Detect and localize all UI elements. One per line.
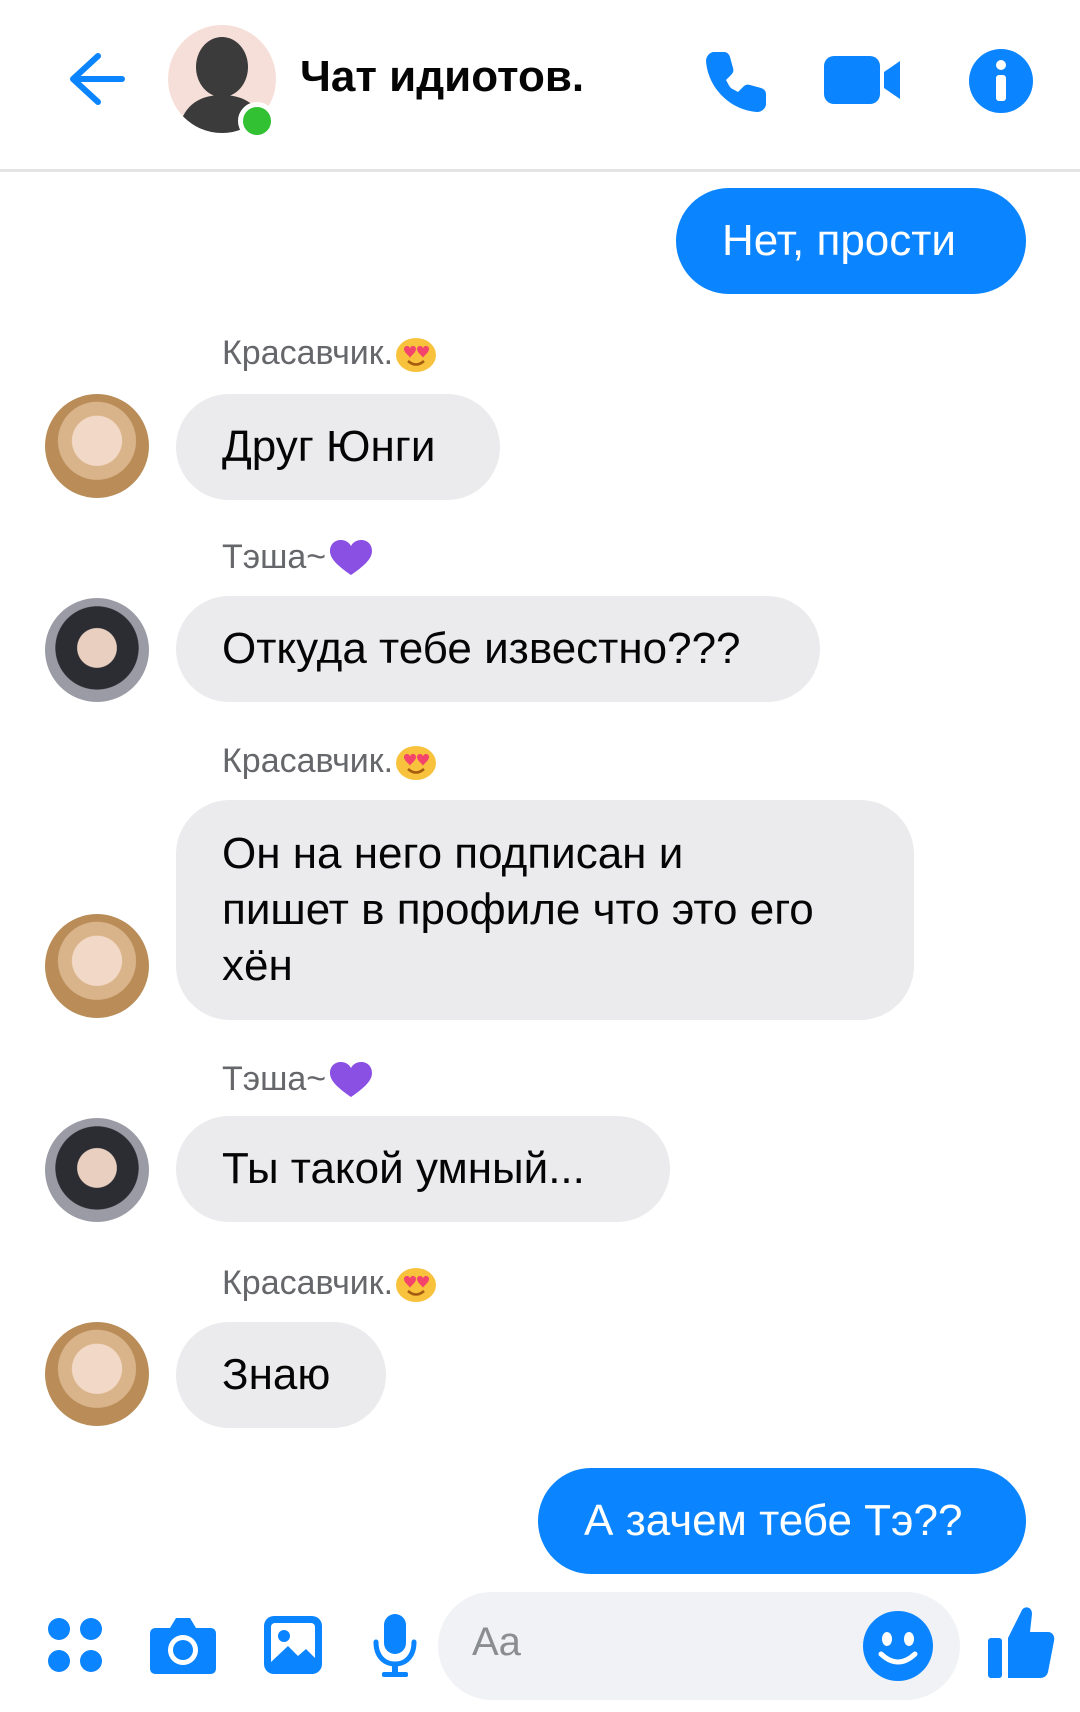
thumbs-up-icon: [988, 1607, 1055, 1678]
sender-name: Красавчик.: [222, 1264, 437, 1303]
incoming-message[interactable]: Он на него подписан и пишет в профиле чт…: [176, 800, 914, 1020]
message-line: Он на него подписан и: [222, 829, 684, 878]
camera-button[interactable]: [148, 1614, 218, 1681]
sender-name: Тэша~: [222, 1060, 374, 1099]
sender-name: Красавчик.: [222, 742, 437, 781]
chat-header: Чат идиотов.: [0, 0, 1080, 172]
video-call-button[interactable]: [822, 52, 904, 108]
microphone-icon: [373, 1614, 417, 1677]
sender-name: Тэша~: [222, 538, 374, 577]
camera-icon: [150, 1618, 216, 1674]
incoming-message[interactable]: Откуда тебе известно???: [176, 596, 820, 702]
emoji-smiley-icon: [863, 1611, 933, 1681]
incoming-message[interactable]: Ты такой умный...: [176, 1116, 670, 1222]
message-line: пишет в профиле что это его: [222, 885, 814, 934]
sender-name: Красавчик.: [222, 334, 437, 373]
avatar[interactable]: [45, 394, 149, 498]
chat-title[interactable]: Чат идиотов.: [300, 52, 584, 102]
emoji-button[interactable]: [862, 1610, 934, 1682]
avatar[interactable]: [45, 598, 149, 702]
composer-bar: Aa: [0, 1592, 1080, 1712]
arrow-left-icon: [70, 53, 125, 105]
message-list[interactable]: Нет, прости Красавчик. Друг Юнги Тэша~ О…: [0, 172, 1080, 1592]
avatar[interactable]: [45, 1322, 149, 1426]
message-input[interactable]: Aa: [438, 1592, 960, 1700]
info-icon: [969, 49, 1033, 113]
like-button[interactable]: [986, 1604, 1056, 1685]
outgoing-message[interactable]: А зачем тебе Тэ??: [538, 1468, 1026, 1574]
heart-eyes-face-icon: [396, 1267, 437, 1302]
avatar[interactable]: [45, 914, 149, 1018]
avatar[interactable]: [45, 1118, 149, 1222]
incoming-message[interactable]: Знаю: [176, 1322, 386, 1428]
purple-heart-icon: [330, 539, 373, 575]
online-status-dot: [238, 102, 276, 140]
voice-button[interactable]: [372, 1612, 418, 1685]
message-input-placeholder: Aa: [472, 1620, 521, 1664]
gallery-icon: [264, 1616, 322, 1674]
heart-eyes-face-icon: [396, 337, 437, 372]
message-line: хён: [222, 941, 293, 990]
outgoing-message[interactable]: Нет, прости: [676, 188, 1026, 294]
apps-button[interactable]: [46, 1616, 104, 1679]
apps-grid-icon: [48, 1618, 102, 1672]
incoming-message[interactable]: Друг Юнги: [176, 394, 500, 500]
info-button[interactable]: [968, 48, 1034, 114]
back-button[interactable]: [58, 44, 128, 114]
video-camera-icon: [824, 56, 900, 104]
gallery-button[interactable]: [262, 1614, 324, 1681]
call-button[interactable]: [700, 44, 774, 118]
heart-eyes-face-icon: [396, 745, 437, 780]
purple-heart-icon: [330, 1061, 373, 1097]
phone-icon: [706, 52, 766, 112]
